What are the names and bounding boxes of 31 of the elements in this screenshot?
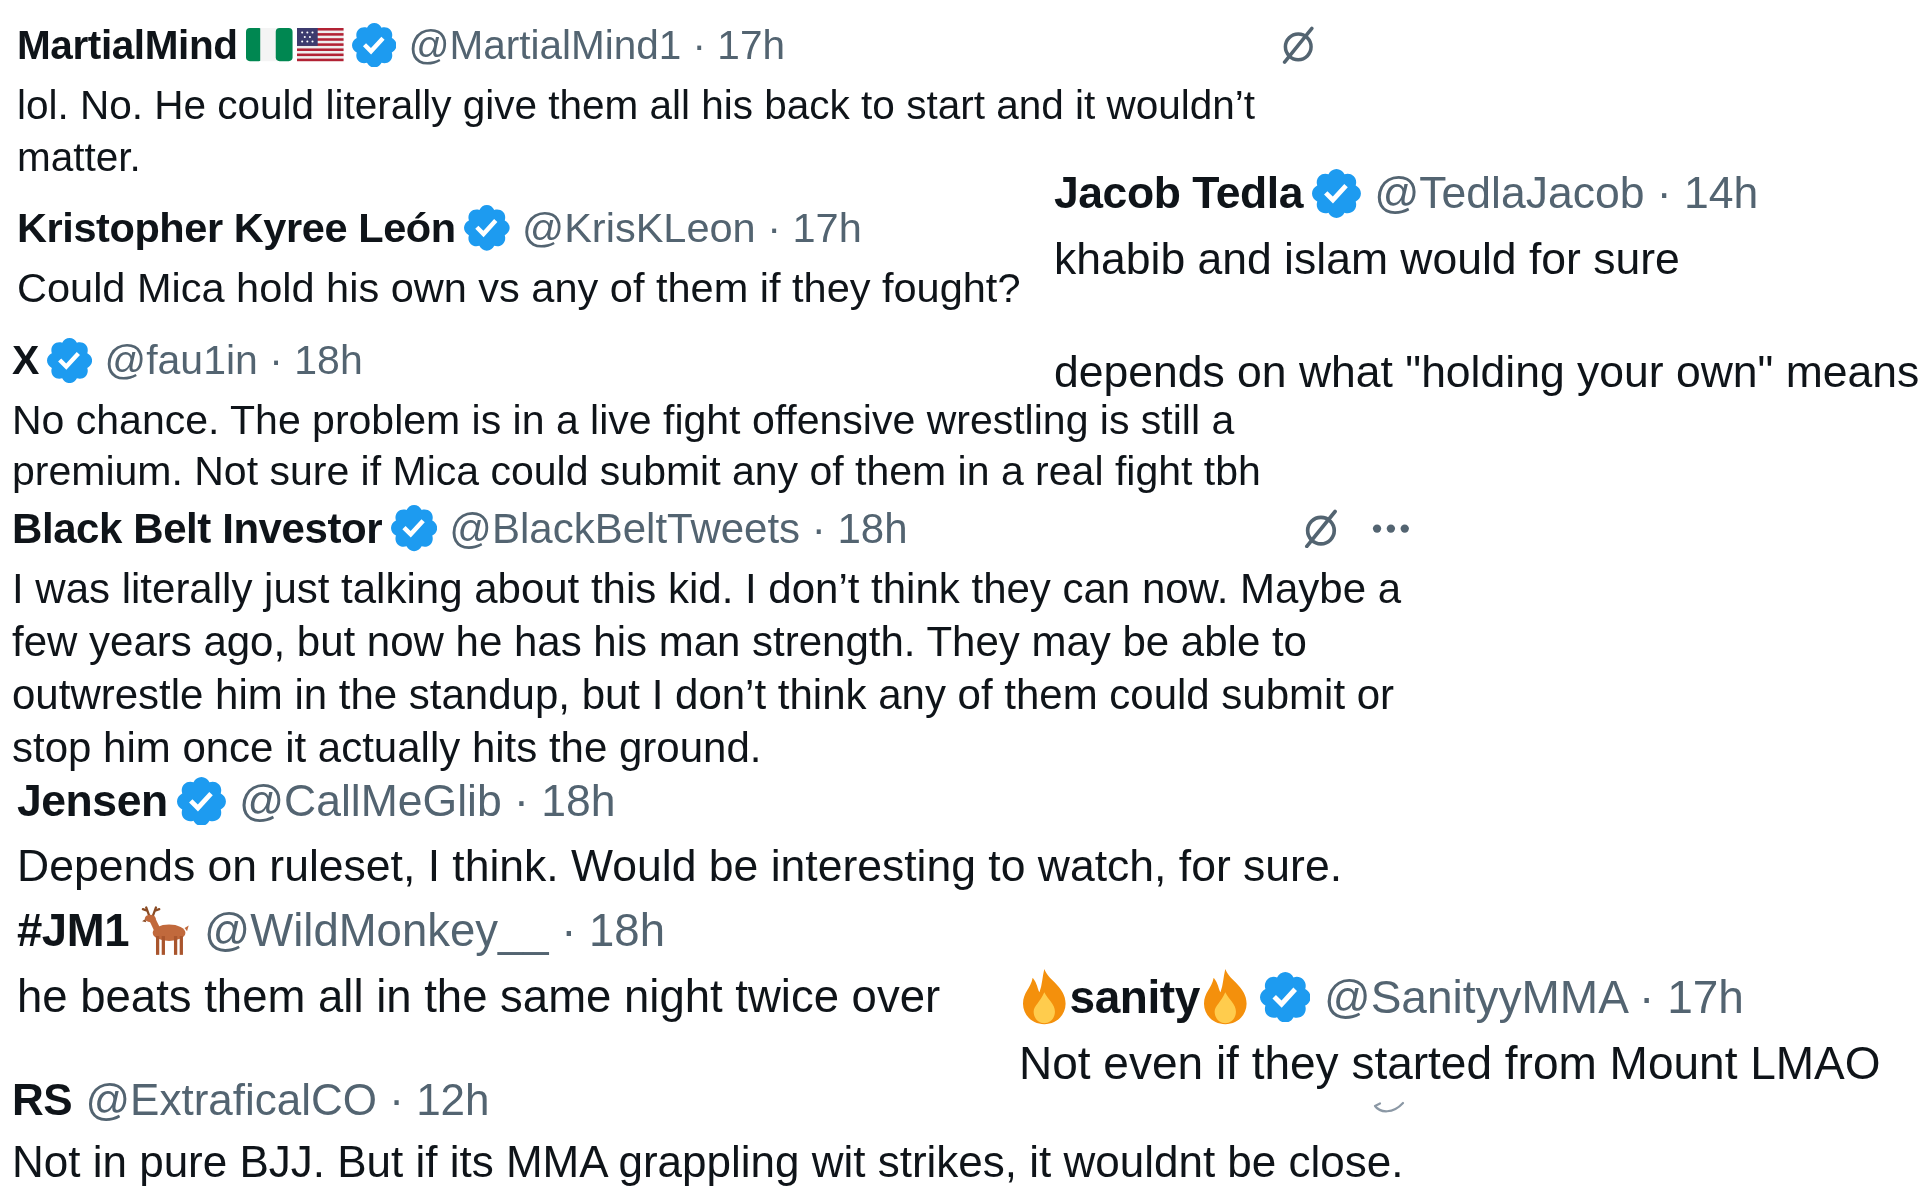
display-name: #JM1 [17,904,129,958]
post-text: khabib and islam would for sure [1054,234,1681,283]
handle-and-time: @SanityyMMA · 17h [1323,970,1744,1025]
display-name: Jensen [17,775,168,827]
post-text: Not in pure BJJ. But if its MMA grappling wit strikes, it wouldnt be close. [12,1136,1404,1188]
handle-and-time: @MartialMind1 · 17h [408,21,785,70]
post-text: Could Mica hold his own vs any of them if they fought? [17,263,1021,313]
display-name: Kristopher Kyree León [17,203,456,253]
handle-and-time: @fau1in · 18h [104,336,363,385]
display-name: Black Belt Investor [12,504,383,554]
display-name: X [12,336,39,385]
display-name: Jacob Tedla [1054,169,1303,218]
display-name: sanity [1069,970,1200,1025]
handle-and-time: @ExtraficalCO · 12h [85,1074,490,1126]
display-name: RS [12,1074,73,1126]
handle-and-time: @WildMonkey__ · 18h [204,904,665,958]
handle-and-time: @BlackBeltTweets · 18h [449,504,908,554]
handle-and-time: @CallMeGlib · 18h [238,775,616,827]
post-text: No chance. The problem is in a live fight offensive wrestling is still a premium. Not sure if Mica could submit any of them in a real fight tbh [12,396,1262,496]
display-name: MartialMind [17,21,238,70]
post-text: Not even if they started from Mount LMAO [1019,1036,1881,1091]
post-text: I was literally just talking about this kid. I don’t think they can now. Maybe a few years ago, but now he has his man strength. They may be able to outwrestle him in the standup, but I don’t think any of them could submit or stop him once it actually hits the ground. [12,564,1403,773]
flag-icon [297,28,344,62]
post-text: he beats them all in the same night twice over [17,970,941,1024]
handle-and-time: @KrisKLeon · 17h [522,203,862,253]
handle-and-time: @TedlaJacob · 14h [1374,169,1759,218]
post-text: Depends on ruleset, I think. Would be interesting to watch, for sure. [17,840,1342,892]
more-icon[interactable] [1372,523,1410,534]
post-text: depends on what "holding your own" means [1054,347,1920,396]
flag-icon [246,28,294,62]
curve-icon [1373,1101,1405,1115]
